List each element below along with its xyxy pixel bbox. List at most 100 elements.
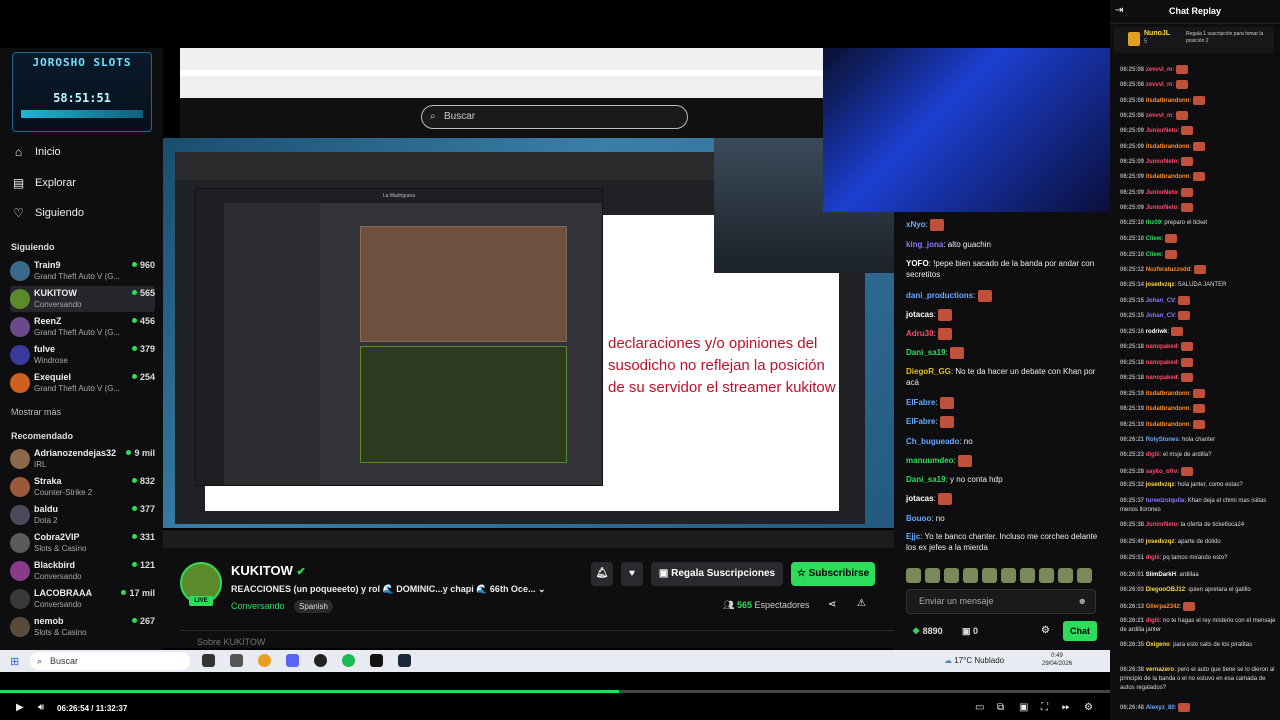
chevron-down-icon[interactable]: ⌄ xyxy=(538,584,546,594)
weather-widget[interactable]: ☁ 17°C Nublado xyxy=(944,656,1004,665)
nav-home[interactable]: ⌂ Inicio xyxy=(12,145,61,159)
emote-icon[interactable] xyxy=(1077,568,1092,583)
replay-username[interactable]: itsdatbrandonn xyxy=(1146,174,1190,180)
replay-username[interactable]: thz09 xyxy=(1146,220,1161,226)
show-more-link[interactable]: Mostrar más xyxy=(11,407,61,417)
terminal-icon[interactable] xyxy=(370,654,383,667)
replay-username[interactable]: Johan_CV xyxy=(1146,313,1175,319)
language-tag[interactable]: Spanish xyxy=(294,600,333,613)
windows-start-icon[interactable]: ⊞ xyxy=(10,655,19,668)
replay-username[interactable]: itsdatbrandonn xyxy=(1146,422,1190,428)
follow-button[interactable]: ♥ xyxy=(621,562,643,586)
chat-username[interactable]: Bouoo xyxy=(906,514,931,523)
chat-username[interactable]: Dani_sa19 xyxy=(906,348,946,357)
replay-username[interactable]: JuniorNeto xyxy=(1146,205,1178,211)
settings-icon[interactable]: ⚙ xyxy=(1084,702,1093,713)
replay-username[interactable]: josedvzqz xyxy=(1146,539,1175,545)
replay-username[interactable]: itsdatbrandonn xyxy=(1146,391,1190,397)
emote-icon[interactable] xyxy=(944,568,959,583)
replay-username[interactable]: sayko_ofrv xyxy=(1146,469,1178,475)
sidebar-channel-train9[interactable]: Train9 Grand Theft Auto V (G... 960 xyxy=(10,258,155,284)
replay-username[interactable]: Nozferatuzzodd xyxy=(1146,267,1191,273)
emote-icon[interactable] xyxy=(963,568,978,583)
chat-username[interactable]: manuumdeo xyxy=(906,456,954,465)
sidebar-channel-baldu[interactable]: baldu Dota 2 377 xyxy=(10,502,155,528)
emote-icon[interactable] xyxy=(1001,568,1016,583)
report-icon[interactable]: ⚠ xyxy=(857,598,866,609)
emoji-icon[interactable]: ☻ xyxy=(1078,590,1087,613)
play-icon[interactable]: ▶ xyxy=(16,702,24,713)
chat-username[interactable]: xNyo xyxy=(906,220,926,229)
chat-username[interactable]: DiegoR_GG xyxy=(906,367,951,376)
chat-send-button[interactable]: Chat xyxy=(1063,621,1097,641)
settings-icon[interactable]: ⚙ xyxy=(1041,625,1050,636)
replay-username[interactable]: JuniorNeto xyxy=(1146,159,1178,165)
share-icon[interactable]: ⋖ xyxy=(828,599,836,610)
obs-icon[interactable] xyxy=(314,654,327,667)
sidebar-channel-adrianozendejas32[interactable]: Adrianozendejas32 IRL 9 mil xyxy=(10,446,155,472)
chrome-icon[interactable] xyxy=(258,654,271,667)
chat-username[interactable]: king_jona xyxy=(906,240,943,249)
replay-username[interactable]: diglii xyxy=(1146,452,1160,458)
replay-username[interactable]: Alexyz_80 xyxy=(1146,705,1175,711)
notification-button[interactable]: 🔔︎ xyxy=(591,562,613,586)
volume-icon[interactable]: 🔊︎ xyxy=(38,702,44,713)
replay-username[interactable]: JuniorNeto xyxy=(1146,128,1178,134)
search-input[interactable]: ⌕ Buscar xyxy=(421,105,688,129)
sidebar-channel-fulve[interactable]: fulve Windrose 379 xyxy=(10,342,155,368)
replay-username[interactable]: SlimDarkH xyxy=(1146,572,1176,578)
chat-input[interactable]: Enviar un mensaje ☻ xyxy=(906,589,1096,614)
predictions-count[interactable]: ▣ 0 xyxy=(962,626,978,637)
replay-username[interactable]: josedvzqz xyxy=(1146,282,1175,288)
channel-points[interactable]: ❖ 8890 xyxy=(912,626,943,637)
replay-username[interactable]: nanopaked xyxy=(1146,375,1178,381)
nav-following[interactable]: ♡ Siguiendo xyxy=(12,206,84,220)
sidebar-channel-lacobraaa[interactable]: LACOBRAAA Conversando 17 mil xyxy=(10,586,155,612)
replay-username[interactable]: itsdatbrandonn xyxy=(1146,406,1190,412)
replay-username[interactable]: diglii xyxy=(1146,618,1160,624)
replay-username[interactable]: rodriwk xyxy=(1146,329,1168,335)
chat-username[interactable]: Dani_sa19 xyxy=(906,475,946,484)
replay-username[interactable]: Oxigeno xyxy=(1146,642,1170,648)
replay-username[interactable]: josedvzqz xyxy=(1146,482,1175,488)
taskbar-search[interactable]: ⌕ Buscar xyxy=(30,652,190,670)
emote-icon[interactable] xyxy=(1020,568,1035,583)
chat-username[interactable]: ElFabre xyxy=(906,398,935,407)
sidebar-channel-straka[interactable]: Straka Counter-Strike 2 832 xyxy=(10,474,155,500)
replay-username[interactable]: nanopaked xyxy=(1146,360,1178,366)
replay-username[interactable]: JuniorNeto xyxy=(1146,522,1178,528)
replay-username[interactable]: itsdatbrandonn xyxy=(1146,144,1190,150)
replay-username[interactable]: JuniorNeto xyxy=(1146,190,1178,196)
nav-browse[interactable]: ▤ Explorar xyxy=(12,176,76,190)
widgets-icon[interactable] xyxy=(230,654,243,667)
replay-username[interactable]: nanopaked xyxy=(1146,344,1178,350)
replay-username[interactable]: Cliew xyxy=(1146,252,1162,258)
pinned-gift-banner[interactable]: NunoJL 5 Regala 1 suscripción para tomar… xyxy=(1114,27,1274,53)
chat-username[interactable]: Ch_bugueado xyxy=(906,437,959,446)
streamer-name[interactable]: KUKITOW ✔ xyxy=(231,563,306,578)
chat-username[interactable]: dani_productions xyxy=(906,291,973,300)
replay-username[interactable]: itsdatbrandonn xyxy=(1146,98,1190,104)
replay-username[interactable]: RolyStones xyxy=(1146,437,1179,443)
chat-username[interactable]: Adru30 xyxy=(906,329,934,338)
pip-icon[interactable]: ⧉ xyxy=(997,702,1004,713)
chat-username[interactable]: Ejjc xyxy=(906,532,920,541)
replay-username[interactable]: diglii xyxy=(1146,555,1160,561)
emote-icon[interactable] xyxy=(1058,568,1073,583)
emote-icon[interactable] xyxy=(1039,568,1054,583)
spotify-icon[interactable] xyxy=(342,654,355,667)
gift-subs-button[interactable]: ▣ Regala Suscripciones xyxy=(651,562,783,586)
emote-icon[interactable] xyxy=(982,568,997,583)
system-clock[interactable]: 0:49 29/04/2026 xyxy=(1042,652,1072,668)
sidebar-channel-reenz[interactable]: ReenZ Grand Theft Auto V (G... 456 xyxy=(10,314,155,340)
emote-icon[interactable] xyxy=(925,568,940,583)
emote-icon[interactable] xyxy=(906,568,921,583)
subscribe-button[interactable]: ☆ Subscribirse xyxy=(791,562,875,586)
discord-icon[interactable] xyxy=(286,654,299,667)
speed-icon[interactable]: ⏩︎ xyxy=(1062,702,1070,713)
replay-username[interactable]: zevvvl_m xyxy=(1146,67,1173,73)
steam-icon[interactable] xyxy=(398,654,411,667)
taskview-icon[interactable] xyxy=(202,654,215,667)
chat-username[interactable]: jotacas xyxy=(906,310,934,319)
chat-username[interactable]: ElFabre xyxy=(906,417,935,426)
